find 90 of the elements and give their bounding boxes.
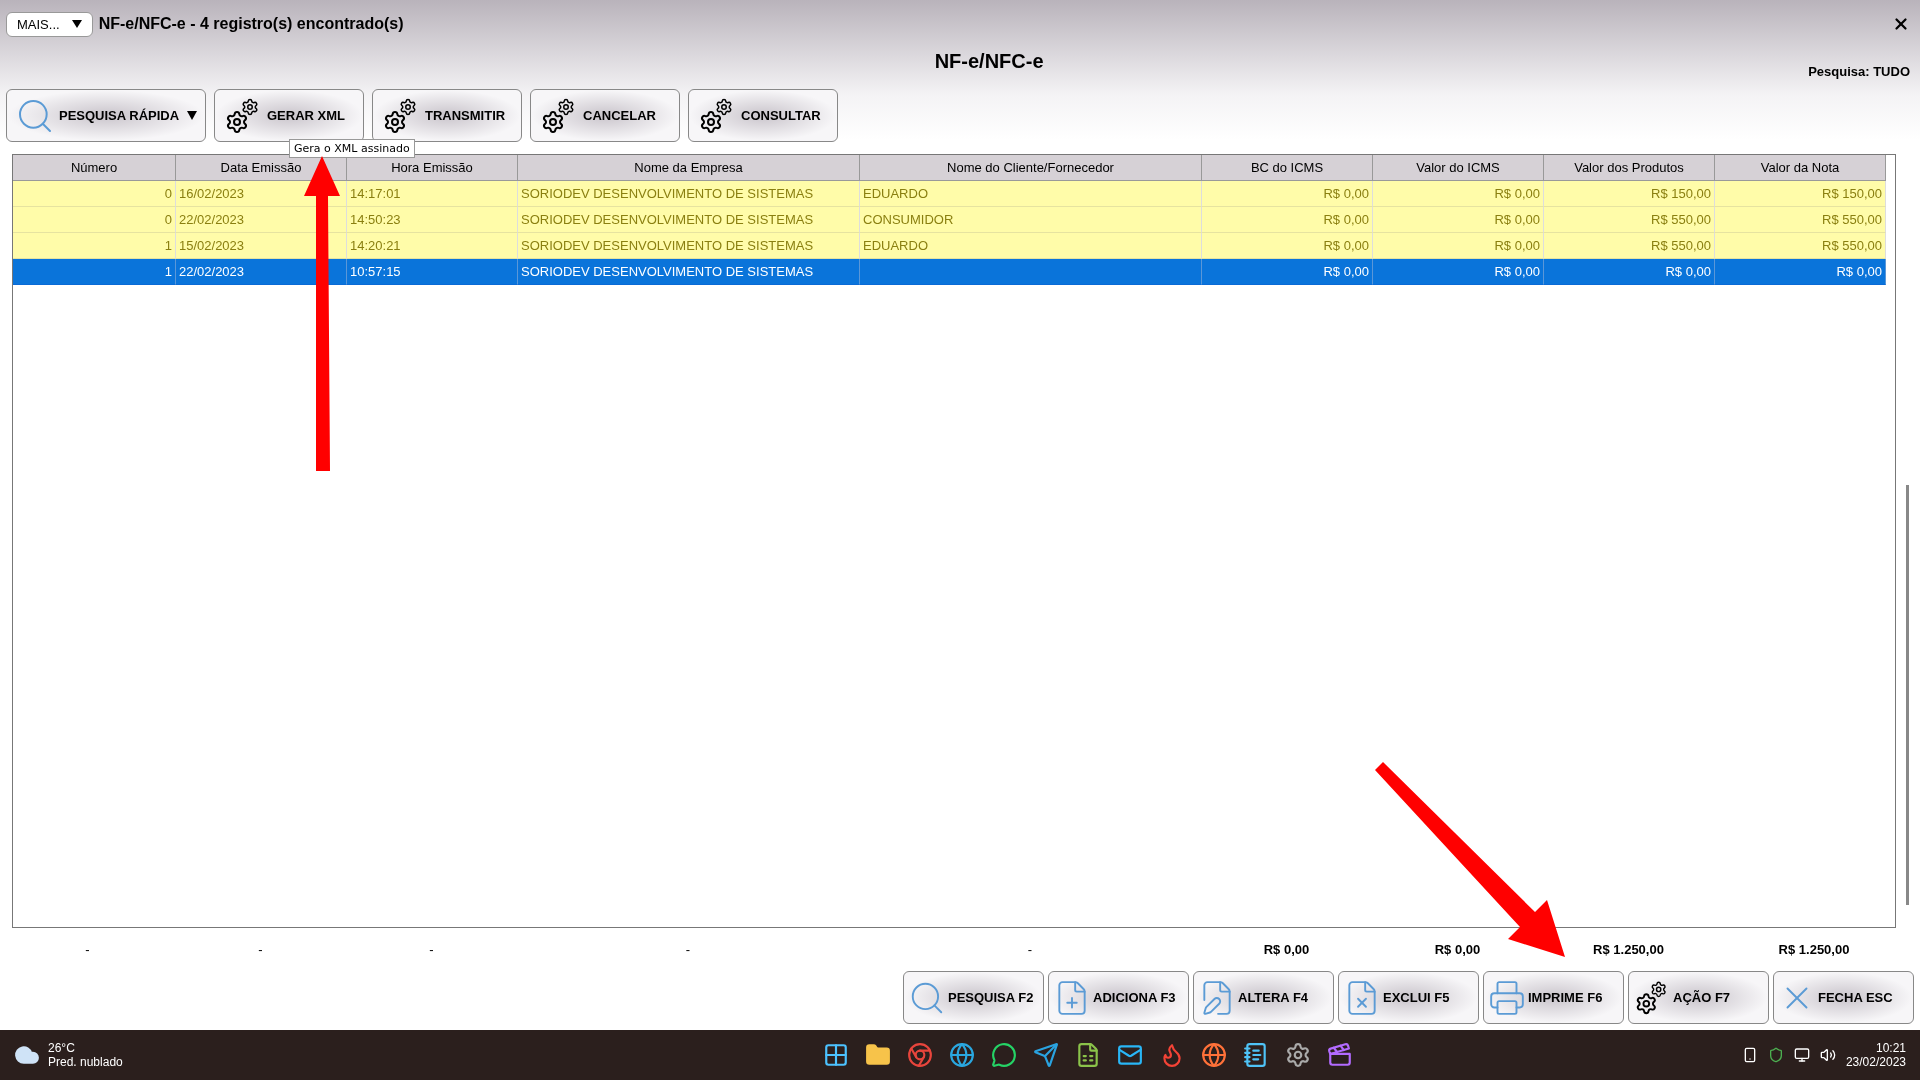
weather-condition: Pred. nublado <box>48 1055 123 1069</box>
total-value: R$ 0,00 <box>1433 942 1482 957</box>
start-icon[interactable] <box>822 1042 849 1068</box>
total-value: R$ 0,00 <box>1262 942 1311 957</box>
column-header[interactable]: Valor dos Produtos <box>1544 155 1715 181</box>
table-cell: SORIODEV DESENVOLVIMENTO DE SISTEMAS <box>518 207 860 233</box>
total-value: R$ 1.250,00 <box>1592 942 1665 957</box>
table-cell: R$ 0,00 <box>1373 259 1544 285</box>
table-cell: R$ 150,00 <box>1715 181 1886 207</box>
table-cell: R$ 0,00 <box>1373 233 1544 259</box>
column-header[interactable]: Valor do ICMS <box>1373 155 1544 181</box>
globe-icon[interactable] <box>948 1042 975 1068</box>
table-cell: R$ 0,00 <box>1373 207 1544 233</box>
close-icon[interactable] <box>1892 15 1910 33</box>
total-value: - <box>428 942 435 957</box>
action-button[interactable]: ALTERA F4 <box>1193 971 1334 1024</box>
total-value: - <box>257 942 264 957</box>
action-button[interactable]: FECHA ESC <box>1773 971 1914 1024</box>
table-cell: EDUARDO <box>860 181 1202 207</box>
table-cell: 22/02/2023 <box>176 207 347 233</box>
table-cell: R$ 0,00 <box>1202 207 1373 233</box>
table-cell: R$ 0,00 <box>1715 259 1886 285</box>
table-cell: R$ 0,00 <box>1373 181 1544 207</box>
folder-icon[interactable] <box>864 1042 891 1068</box>
table-cell: SORIODEV DESENVOLVIMENTO DE SISTEMAS <box>518 259 860 285</box>
column-header[interactable]: Número <box>13 155 176 181</box>
total-value: - <box>1026 942 1034 957</box>
caret-icon <box>71 20 82 28</box>
action-button[interactable]: PESQUISA F2 <box>903 971 1044 1024</box>
total-value: R$ 1.250,00 <box>1777 942 1851 957</box>
table-cell: R$ 0,00 <box>1202 181 1373 207</box>
table-cell: 1 <box>13 259 176 285</box>
scrollbar[interactable] <box>1906 485 1909 905</box>
column-header[interactable]: Valor da Nota <box>1715 155 1886 181</box>
tooltip: Gera o XML assinado <box>289 139 415 158</box>
printer-icon <box>1488 978 1526 1017</box>
clock-date: 23/02/2023 <box>1845 1055 1906 1069</box>
toolbar-button[interactable]: PESQUISA RÁPIDA <box>6 89 206 142</box>
total-value: - <box>684 942 692 957</box>
paper-plane-icon[interactable] <box>1032 1042 1059 1068</box>
page-title: NF-e/NFC-e <box>933 50 1044 73</box>
table-cell: R$ 0,00 <box>1202 233 1373 259</box>
table-cell: SORIODEV DESENVOLVIMENTO DE SISTEMAS <box>518 233 860 259</box>
table-cell: R$ 150,00 <box>1544 181 1715 207</box>
action-button[interactable]: AÇÃO F7 <box>1628 971 1769 1024</box>
temperature: 26°C <box>48 1041 75 1055</box>
table-cell: R$ 550,00 <box>1544 233 1715 259</box>
action-button[interactable]: EXCLUI F5 <box>1338 971 1479 1024</box>
table-cell: 0 <box>13 181 176 207</box>
action-button[interactable]: ADICIONA F3 <box>1048 971 1189 1024</box>
table-cell: R$ 0,00 <box>1544 259 1715 285</box>
more-menu-button[interactable]: MAIS... <box>6 11 93 37</box>
table-cell: 14:17:01 <box>347 181 518 207</box>
toolbar-button[interactable]: TRANSMITIR <box>372 89 522 142</box>
notepad-icon[interactable] <box>1242 1042 1269 1068</box>
table-cell: EDUARDO <box>860 233 1202 259</box>
browser-icon[interactable] <box>906 1042 933 1068</box>
table-cell: R$ 550,00 <box>1715 207 1886 233</box>
clock-time: 10:21 <box>1875 1041 1906 1055</box>
table-cell: 1 <box>13 233 176 259</box>
table-cell: R$ 0,00 <box>1202 259 1373 285</box>
table-cell: 22/02/2023 <box>176 259 347 285</box>
toolbar-button[interactable]: GERAR XML <box>214 89 364 142</box>
table-cell: CONSUMIDOR <box>860 207 1202 233</box>
action-button[interactable]: IMPRIME F6 <box>1483 971 1624 1024</box>
table-cell: 14:50:23 <box>347 207 518 233</box>
table-cell: 15/02/2023 <box>176 233 347 259</box>
table-cell: 14:20:21 <box>347 233 518 259</box>
table-cell: SORIODEV DESENVOLVIMENTO DE SISTEMAS <box>518 181 860 207</box>
column-header[interactable]: Nome do Cliente/Fornecedor <box>860 155 1202 181</box>
column-header[interactable]: Hora Emissão <box>347 155 518 181</box>
search-scope-label: Pesquisa: TUDO <box>1808 64 1910 79</box>
table-cell: 0 <box>13 207 176 233</box>
toolbar-button[interactable]: CONSULTAR <box>688 89 838 142</box>
chat-icon[interactable] <box>990 1042 1017 1068</box>
total-value: - <box>84 942 91 957</box>
globe-icon[interactable] <box>1200 1042 1227 1068</box>
table-cell: R$ 550,00 <box>1544 207 1715 233</box>
caret-icon[interactable] <box>187 110 197 120</box>
shield-icon[interactable] <box>1767 1047 1784 1063</box>
mail-icon[interactable] <box>1116 1042 1143 1068</box>
window-title: NF-e/NFC-e - 4 registro(s) encontrado(s) <box>98 15 405 33</box>
table-cell: 10:57:15 <box>347 259 518 285</box>
network-icon[interactable] <box>1793 1047 1810 1063</box>
column-header[interactable]: Nome da Empresa <box>518 155 860 181</box>
table-cell: R$ 550,00 <box>1715 233 1886 259</box>
toolbar-button[interactable]: CANCELAR <box>530 89 680 142</box>
volume-icon[interactable] <box>1819 1047 1836 1063</box>
clapperboard-icon[interactable] <box>1326 1042 1353 1068</box>
column-header[interactable]: BC do ICMS <box>1202 155 1373 181</box>
